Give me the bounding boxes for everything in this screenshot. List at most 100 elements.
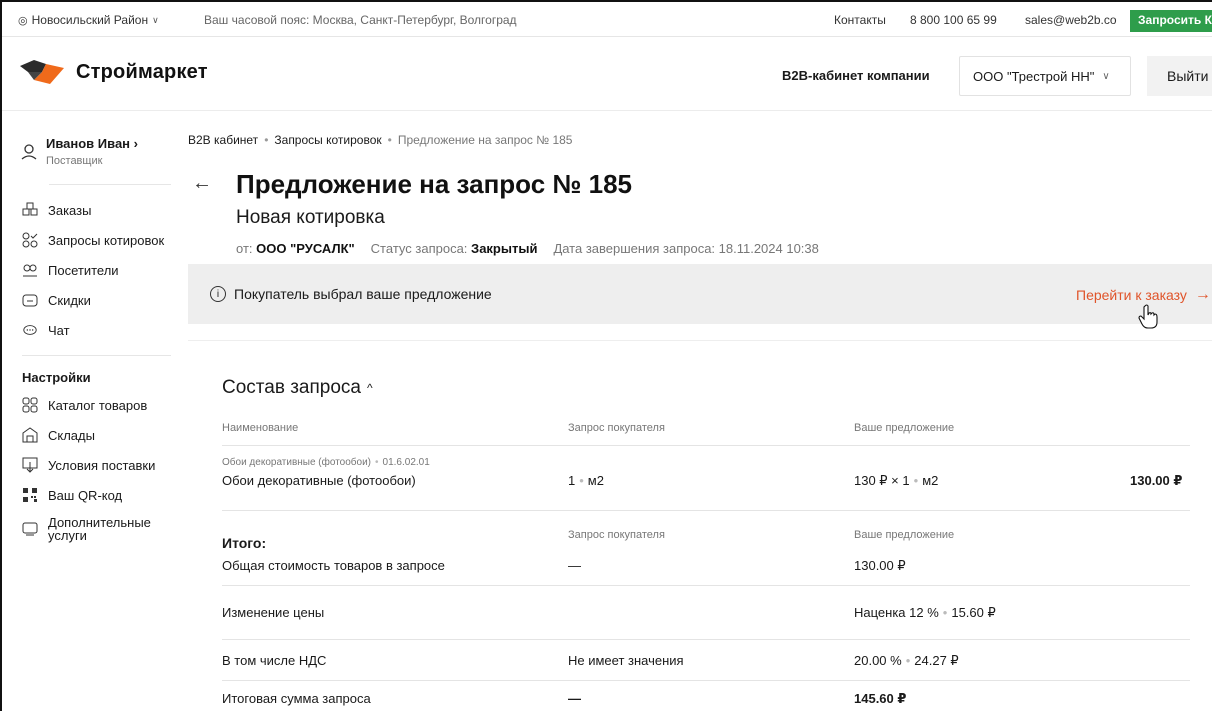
request-kp-button[interactable]: Запросить КП bbox=[1130, 10, 1212, 32]
breadcrumb-separator: • bbox=[387, 133, 392, 147]
composition-title: Состав запроса bbox=[222, 377, 361, 398]
totals-row-label: Общая стоимость товаров в запросе bbox=[222, 558, 445, 573]
sidebar-item-catalog[interactable]: Каталог товаров bbox=[22, 397, 147, 413]
item-meta-code: 01.6.02.01 bbox=[382, 457, 430, 468]
column-header-buyer: Запрос покупателя bbox=[568, 422, 665, 434]
info-icon: i bbox=[210, 286, 226, 302]
status-value: Закрытый bbox=[471, 241, 538, 256]
sidebar-item-label: Заказы bbox=[48, 202, 92, 218]
topbar-divider bbox=[2, 36, 1212, 37]
cabinet-label: B2B-кабинет компании bbox=[782, 68, 930, 83]
go-to-order-label: Перейти к заказу bbox=[1076, 287, 1187, 303]
chevron-up-icon: ^ bbox=[366, 381, 373, 395]
user-icon bbox=[21, 144, 37, 160]
logout-button[interactable]: Выйти bbox=[1147, 56, 1212, 96]
buyer-unit: м2 bbox=[587, 473, 604, 488]
sidebar-item-label: Дополнительные услуги bbox=[48, 515, 151, 543]
email-link[interactable]: sales@web2b.co bbox=[1025, 13, 1117, 27]
item-meta: Обои декоративные (фотообои) • 01.6.02.01 bbox=[222, 453, 430, 468]
contacts-link[interactable]: Контакты bbox=[834, 13, 886, 27]
separator-dot: • bbox=[579, 473, 584, 488]
logo-text: Строймаркет bbox=[76, 60, 208, 83]
row-divider bbox=[222, 585, 1190, 586]
sidebar-divider bbox=[49, 184, 171, 185]
sidebar-item-qr[interactable]: Ваш QR-код bbox=[22, 487, 122, 503]
from-value: ООО "РУСАЛК" bbox=[256, 241, 355, 256]
page: ◎ Новосильский Район ∨ Ваш часовой пояс:… bbox=[0, 0, 1212, 711]
vat-rate: 20.00 % bbox=[854, 653, 902, 668]
catalog-icon bbox=[22, 397, 38, 413]
sidebar-item-label: Запросы котировок bbox=[48, 232, 165, 248]
go-to-order-link[interactable]: Перейти к заказу → bbox=[1076, 286, 1211, 304]
sidebar-item-quotes[interactable]: Запросы котировок bbox=[22, 232, 164, 248]
company-select-value: ООО "Трестрой НН" bbox=[973, 68, 1095, 84]
notice-banner: i Покупатель выбрал ваше предложение Пер… bbox=[188, 264, 1212, 324]
logo[interactable]: Строймаркет bbox=[20, 60, 208, 84]
header-divider bbox=[2, 110, 1212, 111]
arrow-right-icon: → bbox=[1194, 286, 1211, 303]
delivery-icon bbox=[22, 457, 38, 473]
sidebar-item-delivery[interactable]: Условия поставки bbox=[22, 457, 155, 473]
totals-buyer-header: Запрос покупателя bbox=[568, 529, 665, 541]
user-profile[interactable]: Иванов Иван › Поставщик bbox=[20, 136, 138, 167]
row-divider bbox=[222, 639, 1190, 640]
discounts-icon bbox=[22, 292, 38, 308]
item-offer: 130 ₽ × 1 • м2 bbox=[854, 473, 938, 489]
orders-icon bbox=[22, 202, 38, 218]
column-header-name: Наименование bbox=[222, 422, 299, 434]
composition-toggle[interactable]: Состав запроса ^ bbox=[222, 377, 373, 399]
sidebar-item-label: Посетители bbox=[48, 262, 119, 278]
sidebar-item-warehouses[interactable]: Склады bbox=[22, 427, 95, 443]
company-select[interactable]: ООО "Трестрой НН" ∨ bbox=[959, 56, 1131, 96]
totals-row-label: Изменение цены bbox=[222, 605, 325, 620]
timezone-text: Ваш часовой пояс: Москва, Санкт-Петербур… bbox=[204, 13, 517, 27]
separator-dot: • bbox=[942, 605, 948, 620]
user-role: Поставщик bbox=[46, 155, 103, 167]
visitors-icon bbox=[22, 262, 38, 278]
chat-icon bbox=[22, 322, 38, 338]
item-total: 130.00 ₽ bbox=[1130, 473, 1183, 488]
offer-price: 130 ₽ × 1 bbox=[854, 473, 910, 488]
markup-amount: 15.60 ₽ bbox=[951, 605, 996, 620]
breadcrumb-item[interactable]: B2B кабинет bbox=[188, 133, 258, 147]
top-bar: ◎ Новосильский Район ∨ Ваш часовой пояс:… bbox=[2, 10, 1212, 37]
breadcrumb-current: Предложение на запрос № 185 bbox=[397, 133, 573, 147]
back-arrow-icon[interactable]: ← bbox=[192, 172, 216, 196]
sidebar-item-label: Скидки bbox=[48, 292, 91, 308]
chevron-down-icon: ∨ bbox=[152, 14, 159, 25]
totals-row-offer: Наценка 12 % • 15.60 ₽ bbox=[854, 605, 996, 621]
separator-dot: • bbox=[375, 457, 379, 468]
end-date: Дата завершения запроса: 18.11.2024 10:3… bbox=[553, 241, 819, 256]
item-name: Обои декоративные (фотообои) bbox=[222, 473, 416, 488]
row-divider bbox=[222, 680, 1190, 681]
row-divider bbox=[222, 445, 1190, 446]
item-buyer-qty: 1 • м2 bbox=[568, 473, 604, 488]
notice-text: Покупатель выбрал ваше предложение bbox=[234, 286, 492, 302]
logo-icon bbox=[20, 60, 64, 84]
breadcrumb-item[interactable]: Запросы котировок bbox=[274, 133, 381, 147]
sidebar: Иванов Иван › Поставщик Заказы Запросы к… bbox=[2, 112, 174, 711]
row-divider bbox=[222, 510, 1190, 511]
sidebar-item-services[interactable]: Дополнительные услуги bbox=[22, 515, 151, 543]
page-subtitle: Новая котировка bbox=[236, 207, 385, 228]
sidebar-item-chat[interactable]: Чат bbox=[22, 322, 70, 338]
region-selector[interactable]: ◎ Новосильский Район ∨ bbox=[18, 13, 159, 27]
sidebar-item-label: Условия поставки bbox=[48, 457, 156, 473]
breadcrumb: B2B кабинет • Запросы котировок • Предло… bbox=[188, 133, 572, 147]
totals-row-label: В том числе НДС bbox=[222, 653, 327, 668]
quotes-icon bbox=[22, 232, 38, 248]
breadcrumb-separator: • bbox=[264, 133, 269, 147]
sidebar-item-label: Ваш QR-код bbox=[48, 487, 123, 503]
totals-title: Итого: bbox=[222, 535, 267, 551]
sidebar-item-discounts[interactable]: Скидки bbox=[22, 292, 91, 308]
totals-row-buyer: Не имеет значения bbox=[568, 653, 684, 668]
hand-cursor-icon bbox=[1138, 304, 1158, 329]
location-pin-icon: ◎ bbox=[18, 14, 28, 27]
offer-unit: м2 bbox=[922, 473, 939, 488]
qr-icon bbox=[22, 487, 38, 503]
phone-link[interactable]: 8 800 100 65 99 bbox=[910, 13, 997, 27]
separator-dot: • bbox=[913, 473, 919, 488]
sidebar-item-orders[interactable]: Заказы bbox=[22, 202, 91, 218]
sidebar-item-visitors[interactable]: Посетители bbox=[22, 262, 119, 278]
status-label: Статус запроса: bbox=[370, 241, 468, 256]
